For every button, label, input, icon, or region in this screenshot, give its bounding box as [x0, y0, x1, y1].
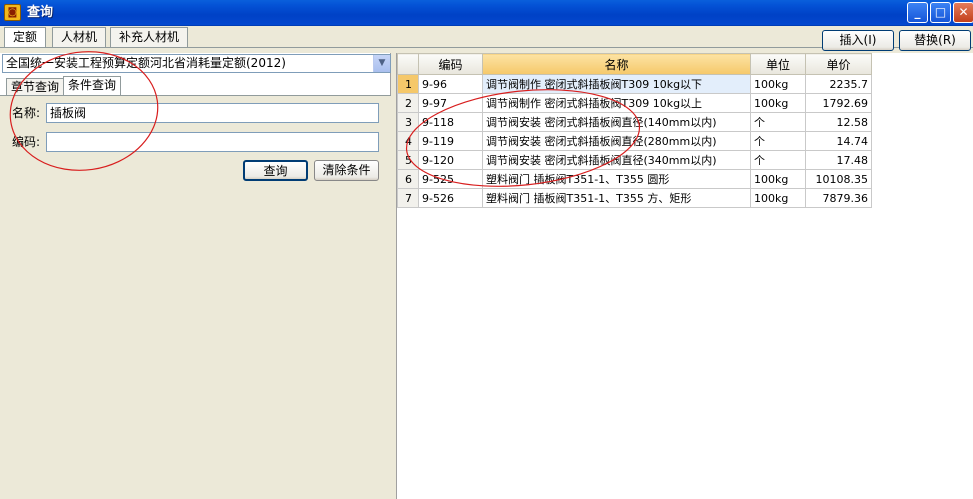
column-header-price[interactable]: 单价	[805, 53, 872, 75]
cell-code[interactable]: 9-97	[418, 93, 483, 113]
quota-library-select[interactable]: 全国统一安装工程预算定额河北省消耗量定额(2012) ▼	[2, 54, 391, 73]
column-header-rownum	[397, 53, 419, 75]
cell-unit[interactable]: 个	[750, 150, 806, 170]
row-number: 3	[397, 112, 419, 132]
cell-unit[interactable]: 100kg	[750, 188, 806, 208]
cell-price[interactable]: 7879.36	[805, 188, 872, 208]
insert-button[interactable]: 插入(I)	[822, 30, 894, 51]
cell-code[interactable]: 9-120	[418, 150, 483, 170]
cell-code[interactable]: 9-119	[418, 131, 483, 151]
row-number: 6	[397, 169, 419, 189]
name-field[interactable]: 插板阀	[46, 103, 379, 123]
cell-unit[interactable]: 个	[750, 112, 806, 132]
app-icon: ◙	[4, 4, 21, 21]
table-row[interactable]: 1 9-96 调节阀制作 密闭式斜插板阀T309 10kg以下 100kg 22…	[397, 74, 872, 94]
column-header-code[interactable]: 编码	[418, 53, 483, 75]
query-mode-tabs: 章节查询 条件查询	[0, 76, 391, 96]
code-field[interactable]	[46, 132, 379, 152]
table-row[interactable]: 2 9-97 调节阀制作 密闭式斜插板阀T309 10kg以上 100kg 17…	[397, 93, 872, 113]
cell-code[interactable]: 9-525	[418, 169, 483, 189]
table-header-row: 编码 名称 单位 单价	[397, 53, 872, 75]
table-row[interactable]: 7 9-526 塑料阀门 插板阀T351-1、T355 方、矩形 100kg 7…	[397, 188, 872, 208]
cell-price[interactable]: 17.48	[805, 150, 872, 170]
tab-chapter-query[interactable]: 章节查询	[6, 78, 65, 96]
condition-query-form: 名称: 插板阀 编码: 查询 清除条件	[0, 96, 391, 499]
row-number: 5	[397, 150, 419, 170]
window-title: 查询	[27, 5, 54, 20]
clear-conditions-button[interactable]: 清除条件	[314, 160, 379, 181]
title-bar: ◙ 查询 _ □ ✕	[0, 0, 973, 26]
results-table: 编码 名称 单位 单价 1 9-96 调节阀制作 密闭式斜插板阀T309 10k…	[397, 53, 872, 208]
cell-name[interactable]: 调节阀制作 密闭式斜插板阀T309 10kg以上	[482, 93, 751, 113]
tab-labor-material-machine[interactable]: 人材机	[52, 27, 107, 47]
cell-name[interactable]: 调节阀安装 密闭式斜插板阀直径(140mm以内)	[482, 112, 751, 132]
left-panel: 全国统一安装工程预算定额河北省消耗量定额(2012) ▼ 章节查询 条件查询 名…	[0, 53, 391, 499]
close-button[interactable]: ✕	[953, 2, 973, 23]
cell-price[interactable]: 14.74	[805, 131, 872, 151]
cell-name[interactable]: 塑料阀门 插板阀T351-1、T355 圆形	[482, 169, 751, 189]
column-header-unit[interactable]: 单位	[750, 53, 806, 75]
tab-supplementary-lmm[interactable]: 补充人材机	[110, 27, 189, 47]
cell-name[interactable]: 调节阀安装 密闭式斜插板阀直径(340mm以内)	[482, 150, 751, 170]
cell-name[interactable]: 调节阀制作 密闭式斜插板阀T309 10kg以下	[482, 74, 751, 94]
cell-unit[interactable]: 100kg	[750, 93, 806, 113]
cell-code[interactable]: 9-118	[418, 112, 483, 132]
table-row[interactable]: 4 9-119 调节阀安装 密闭式斜插板阀直径(280mm以内) 个 14.74	[397, 131, 872, 151]
replace-button[interactable]: 替换(R)	[899, 30, 971, 51]
row-number: 7	[397, 188, 419, 208]
code-label: 编码:	[12, 135, 41, 149]
cell-code[interactable]: 9-96	[418, 74, 483, 94]
row-number: 2	[397, 93, 419, 113]
cell-price[interactable]: 10108.35	[805, 169, 872, 189]
table-row[interactable]: 3 9-118 调节阀安装 密闭式斜插板阀直径(140mm以内) 个 12.58	[397, 112, 872, 132]
tab-quota[interactable]: 定额	[4, 27, 47, 48]
row-number: 4	[397, 131, 419, 151]
cell-price[interactable]: 2235.7	[805, 74, 872, 94]
results-grid: 编码 名称 单位 单价 1 9-96 调节阀制作 密闭式斜插板阀T309 10k…	[396, 53, 973, 499]
minimize-button[interactable]: _	[907, 2, 928, 23]
tab-condition-query[interactable]: 条件查询	[63, 76, 122, 96]
cell-unit[interactable]: 100kg	[750, 74, 806, 94]
name-label: 名称:	[12, 106, 41, 120]
quota-library-value: 全国统一安装工程预算定额河北省消耗量定额(2012)	[6, 56, 286, 70]
cell-price[interactable]: 12.58	[805, 112, 872, 132]
chevron-down-icon[interactable]: ▼	[373, 55, 390, 72]
cell-unit[interactable]: 个	[750, 131, 806, 151]
row-number: 1	[397, 74, 419, 94]
table-row[interactable]: 6 9-525 塑料阀门 插板阀T351-1、T355 圆形 100kg 101…	[397, 169, 872, 189]
query-button[interactable]: 查询	[243, 160, 308, 181]
table-row[interactable]: 5 9-120 调节阀安装 密闭式斜插板阀直径(340mm以内) 个 17.48	[397, 150, 872, 170]
column-header-name[interactable]: 名称	[482, 53, 751, 75]
cell-code[interactable]: 9-526	[418, 188, 483, 208]
maximize-button[interactable]: □	[930, 2, 951, 23]
cell-price[interactable]: 1792.69	[805, 93, 872, 113]
cell-name[interactable]: 塑料阀门 插板阀T351-1、T355 方、矩形	[482, 188, 751, 208]
cell-name[interactable]: 调节阀安装 密闭式斜插板阀直径(280mm以内)	[482, 131, 751, 151]
cell-unit[interactable]: 100kg	[750, 169, 806, 189]
